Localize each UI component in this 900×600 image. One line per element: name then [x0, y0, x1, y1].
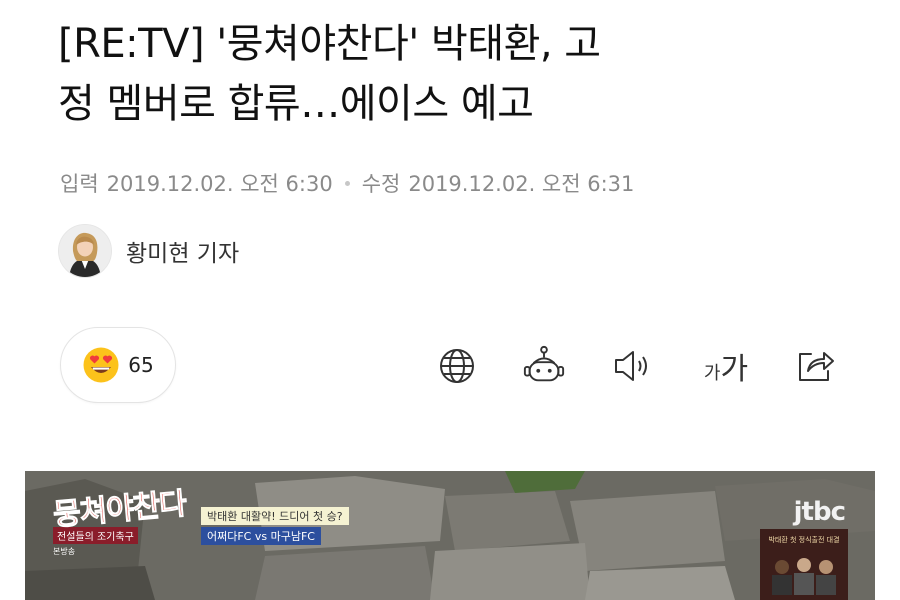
- article-headline: [RE:TV] '뭉쳐야찬다' 박태환, 고 정 멤버로 합류…에이스 예고: [58, 14, 858, 134]
- article-toolbar: 가가: [0, 338, 900, 394]
- caption-bottom: 어쩌다FC vs 마구남FC: [201, 527, 321, 545]
- side-preview-title: 박태환 첫 정식출전 대결: [768, 536, 840, 544]
- font-small-glyph: 가: [703, 363, 721, 384]
- input-time: 2019.12.02. 오전 6:30: [106, 172, 333, 196]
- author-name[interactable]: 황미현 기자: [126, 234, 239, 268]
- font-size-icon: 가가: [704, 344, 748, 388]
- video-caption: 박태환 대활약! 드디어 첫 승? 어쩌다FC vs 마구남FC: [201, 505, 371, 545]
- channel-logo: jtbc: [793, 497, 846, 527]
- show-logo: 뭉쳐야찬다 전설들의 조기축구 본방송: [51, 486, 213, 556]
- headline-line-1: [RE:TV] '뭉쳐야찬다' 박태환, 고: [58, 21, 601, 67]
- side-preview-figures: [772, 558, 836, 597]
- font-large-glyph: 가: [720, 352, 749, 387]
- summary-bot-button[interactable]: [522, 344, 566, 388]
- share-button[interactable]: [794, 344, 838, 388]
- article-meta: 입력 2019.12.02. 오전 6:30 수정 2019.12.02. 오전…: [60, 168, 634, 198]
- author-link[interactable]: 황미현 기자: [58, 224, 239, 278]
- globe-icon: [440, 349, 474, 383]
- share-icon: [799, 352, 834, 381]
- translate-button[interactable]: [435, 344, 479, 388]
- meta-separator: [344, 180, 350, 186]
- headline-line-2: 정 멤버로 합류…에이스 예고: [58, 81, 534, 127]
- input-label: 입력: [60, 172, 99, 196]
- edit-time: 2019.12.02. 오전 6:31: [408, 172, 635, 196]
- edit-label: 수정: [361, 172, 401, 196]
- robot-summary-icon: [523, 345, 565, 382]
- side-preview: 박태환 첫 정식출전 대결: [760, 529, 848, 600]
- caption-top: 박태환 대활약! 드디어 첫 승?: [201, 507, 349, 525]
- reporter-photo: [59, 225, 111, 277]
- show-logo-title: 뭉쳐야찬다: [51, 486, 188, 533]
- font-size-button[interactable]: 가가: [701, 344, 751, 388]
- video-thumbnail[interactable]: 뭉쳐야찬다 전설들의 조기축구 본방송 박태환 대활약! 드디어 첫 승? 어쩌…: [25, 471, 875, 600]
- rerun-tag: 본방송: [53, 547, 76, 556]
- speaker-icon: [615, 351, 647, 381]
- author-avatar[interactable]: [58, 224, 112, 278]
- listen-button[interactable]: [611, 344, 655, 388]
